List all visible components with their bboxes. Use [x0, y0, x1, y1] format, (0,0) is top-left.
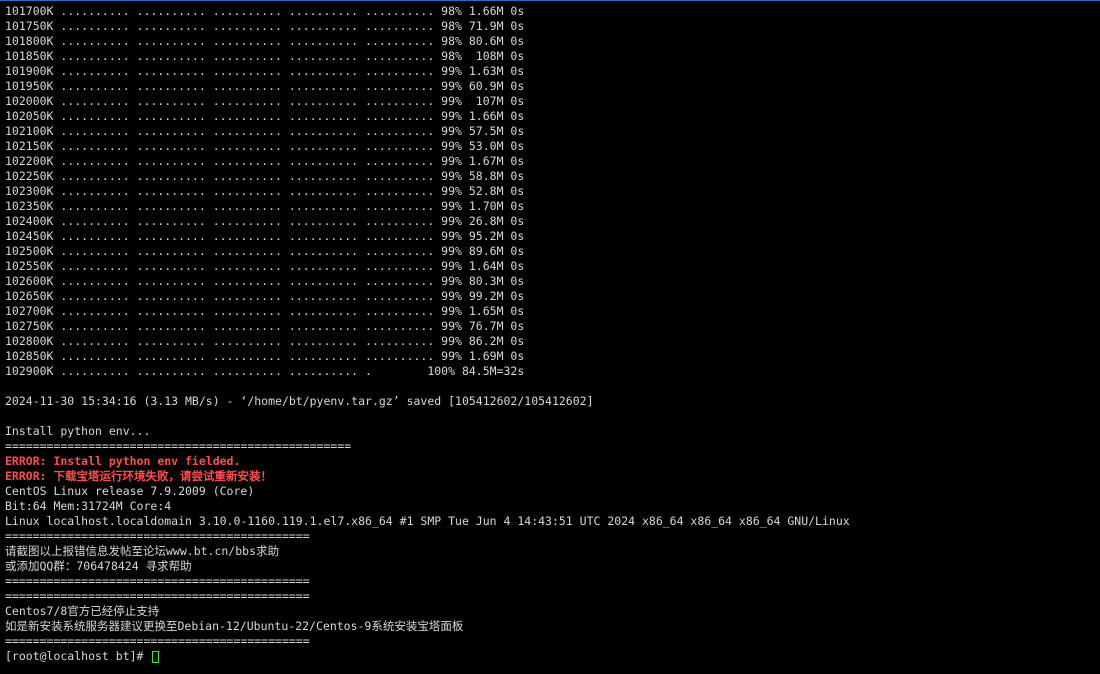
output-line: 102650K .......... .......... ..........… [5, 289, 525, 303]
output-line: 102300K .......... .......... ..........… [5, 184, 525, 198]
output-line: 102450K .......... .......... ..........… [5, 229, 525, 243]
output-line: 102200K .......... .......... ..........… [5, 154, 525, 168]
output-line: 101700K .......... .......... ..........… [5, 4, 525, 18]
output-line: 102250K .......... .......... ..........… [5, 169, 525, 183]
output-line: Install python env... [5, 424, 151, 438]
output-line: 101800K .......... .......... ..........… [5, 34, 525, 48]
output-line: 2024-11-30 15:34:16 (3.13 MB/s) - ‘/home… [5, 394, 594, 408]
output-line: 101850K .......... .......... ..........… [5, 49, 525, 63]
text-cursor-icon [152, 650, 160, 663]
output-line: 102050K .......... .......... ..........… [5, 109, 525, 123]
output-line: 102400K .......... .......... ..........… [5, 214, 525, 228]
output-line: Bit:64 Mem:31724M Core:4 [5, 499, 172, 513]
output-line: 101900K .......... .......... ..........… [5, 64, 525, 78]
output-line: 如是新安装系统服务器建议更换至Debian-12/Ubuntu-22/Cento… [5, 619, 464, 633]
output-line: 102500K .......... .......... ..........… [5, 244, 525, 258]
output-line: 102850K .......... .......... ..........… [5, 349, 525, 363]
output-line: 请截图以上报错信息发帖至论坛www.bt.cn/bbs求助 [5, 544, 280, 558]
output-line: 102150K .......... .......... ..........… [5, 139, 525, 153]
output-line: 或添加QQ群：706478424 寻求帮助 [5, 559, 192, 573]
output-line: Linux localhost.localdomain 3.10.0-1160.… [5, 514, 850, 528]
output-line: 102700K .......... .......... ..........… [5, 304, 525, 318]
error-output-line: ERROR: 下载宝塔运行环境失败，请尝试重新安装！ [5, 469, 272, 483]
terminal-window[interactable]: 101700K .......... .......... ..........… [0, 0, 1100, 674]
output-line: 101950K .......... .......... ..........… [5, 79, 525, 93]
output-line: 102100K .......... .......... ..........… [5, 124, 525, 138]
output-line: Centos7/8官方已经停止支持 [5, 604, 160, 618]
terminal-output: 101700K .......... .......... ..........… [5, 4, 1100, 649]
output-line: 102550K .......... .......... ..........… [5, 259, 525, 273]
error-output-line: ERROR: Install python env fielded. [5, 454, 241, 468]
output-line: 102350K .......... .......... ..........… [5, 199, 525, 213]
output-line: 102750K .......... .......... ..........… [5, 319, 525, 333]
output-line: 102600K .......... .......... ..........… [5, 274, 525, 288]
output-line: ========================================… [5, 589, 310, 603]
output-line: 102000K .......... .......... ..........… [5, 94, 525, 108]
output-line: ========================================… [5, 439, 352, 453]
output-line: ========================================… [5, 529, 310, 543]
output-line: 101750K .......... .......... ..........… [5, 19, 525, 33]
command-prompt-line[interactable]: [root@localhost bt]# [5, 649, 1100, 664]
output-line: ========================================… [5, 634, 310, 648]
output-line: ========================================… [5, 574, 310, 588]
output-line: CentOS Linux release 7.9.2009 (Core) [5, 484, 255, 498]
output-line: 102900K .......... .......... ..........… [5, 364, 525, 378]
output-line: 102800K .......... .......... ..........… [5, 334, 525, 348]
shell-prompt: [root@localhost bt]# [5, 649, 151, 663]
